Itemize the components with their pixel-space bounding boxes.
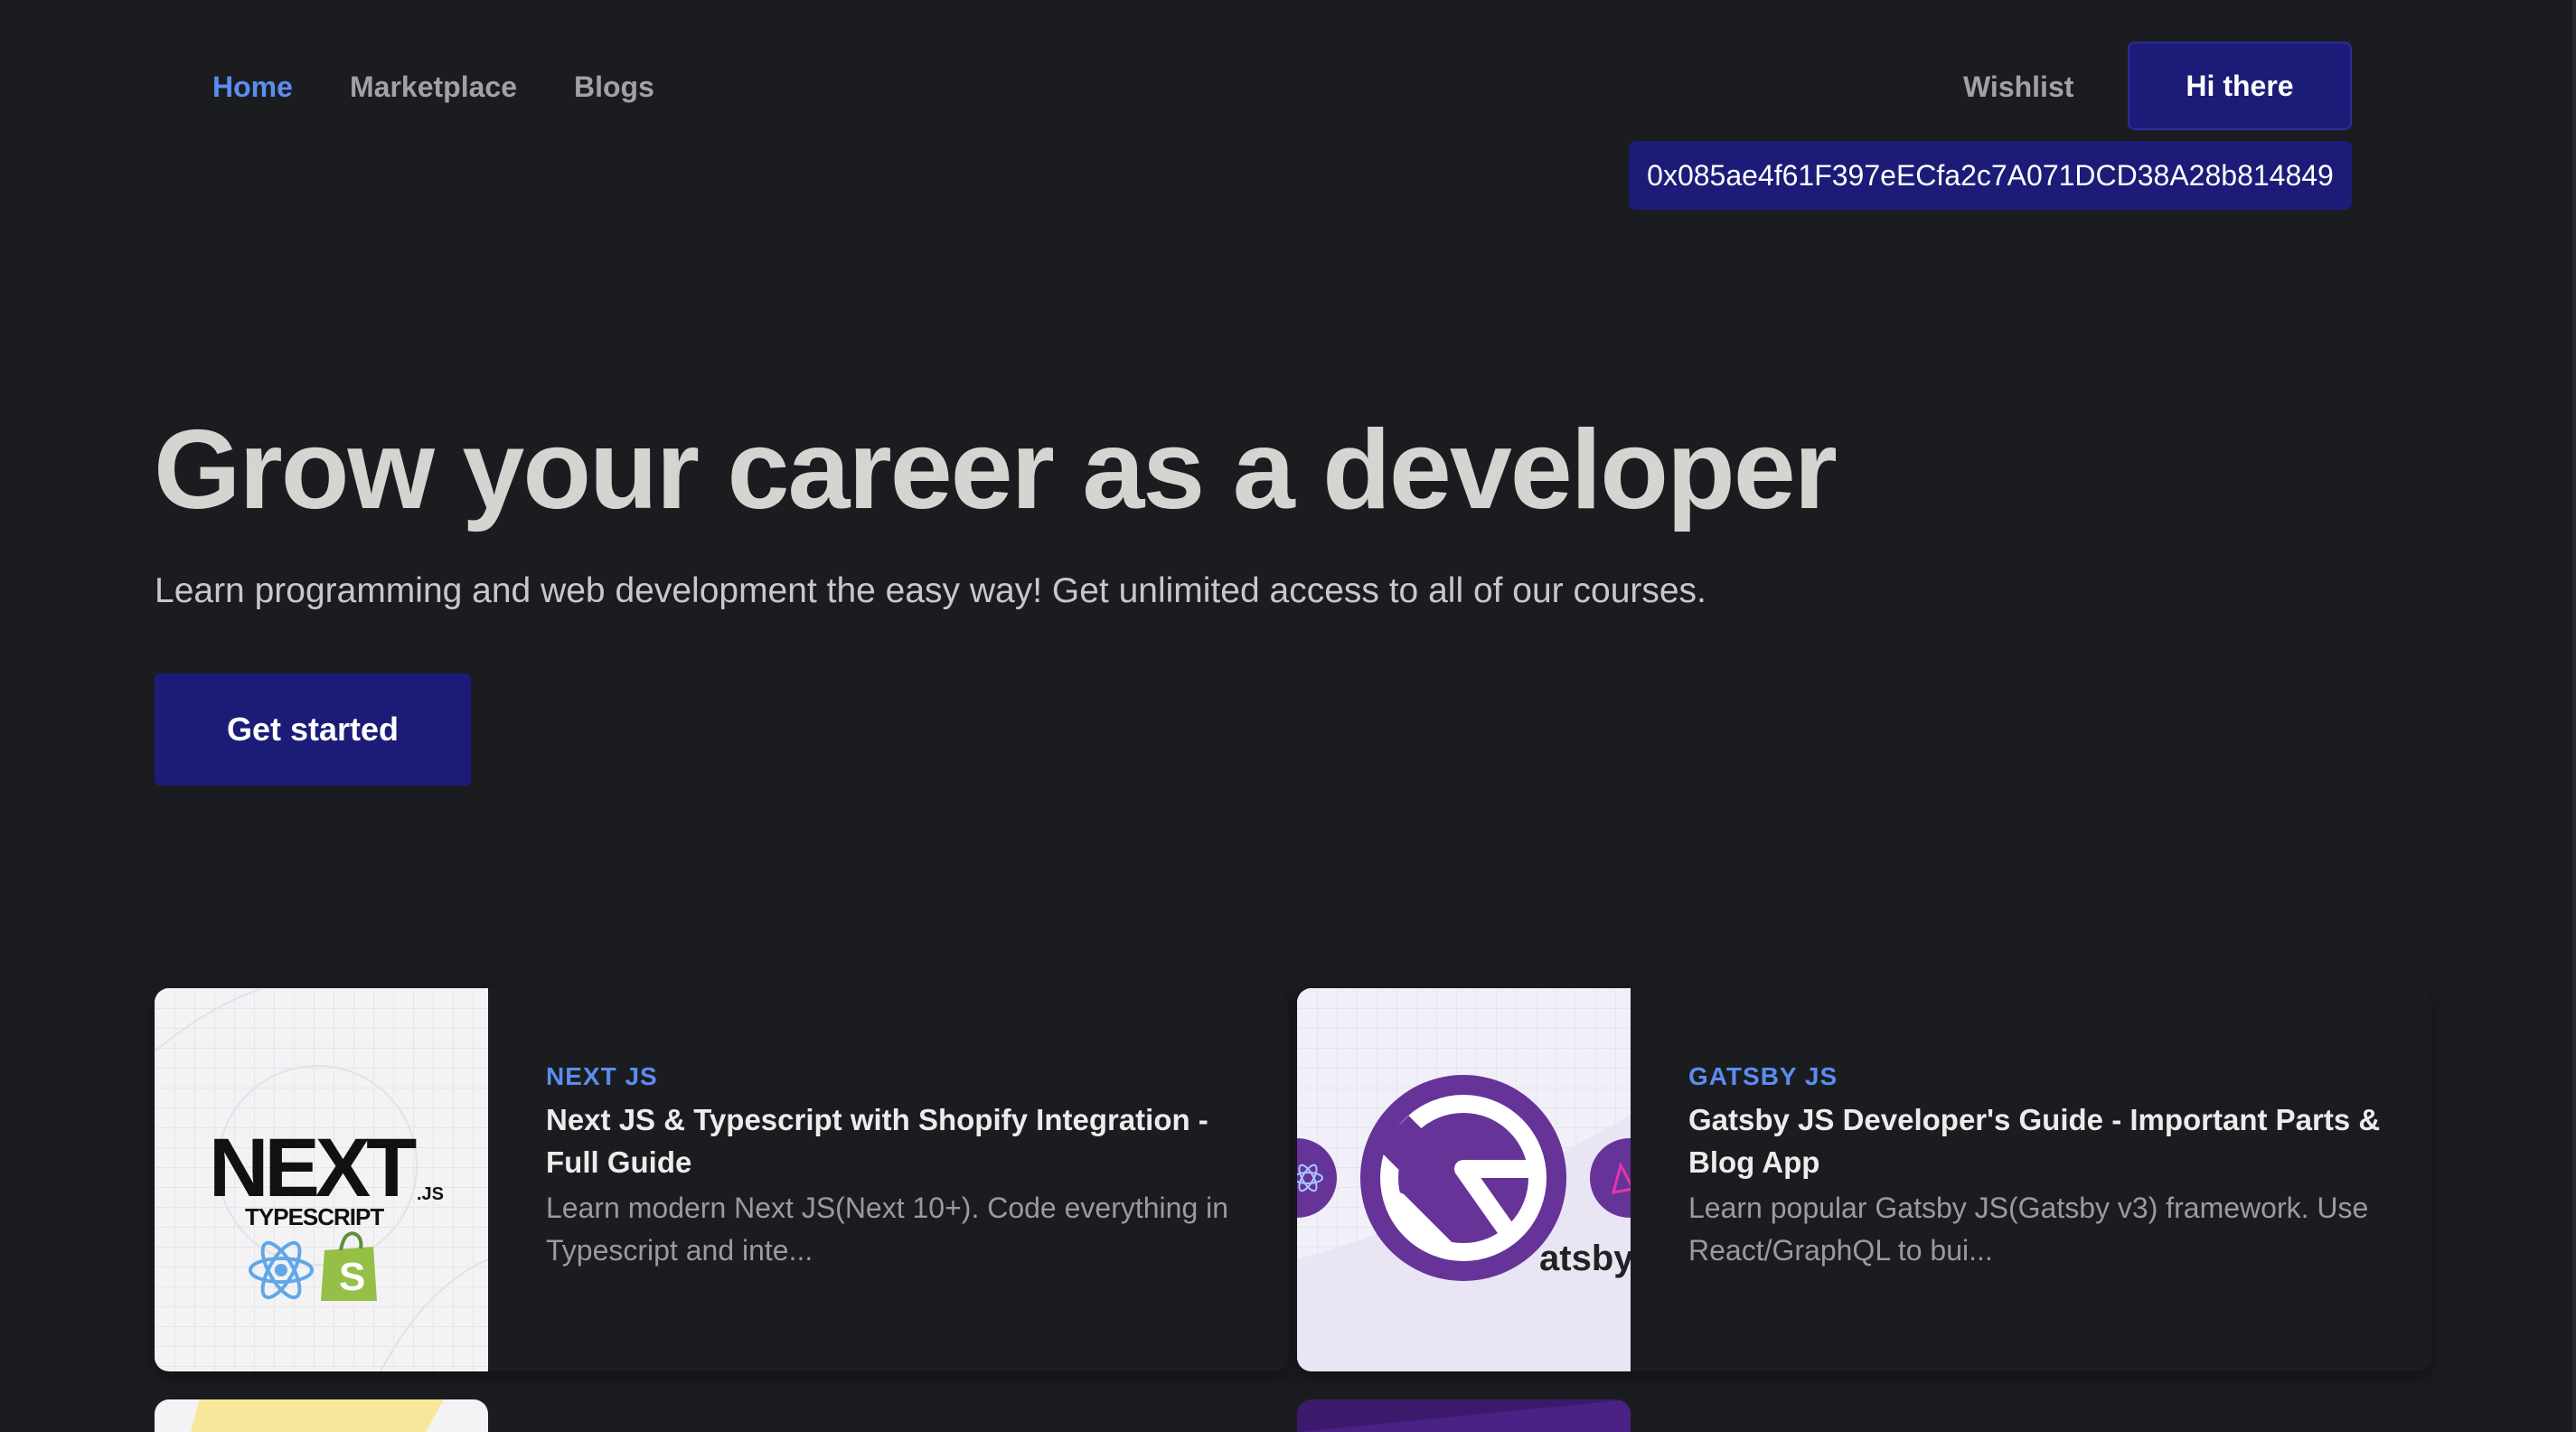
react-icon (249, 1240, 314, 1300)
svg-text:S: S (339, 1255, 365, 1299)
course-thumbnail-nextjs: NEXT .JS TYPESCRIPT S (155, 988, 488, 1371)
course-title[interactable]: Next JS & Typescript with Shopify Integr… (546, 1098, 1242, 1183)
course-description: Learn popular Gatsby JS(Gatsby v3) frame… (1688, 1192, 2369, 1267)
course-card-nextjs[interactable]: NEXT .JS TYPESCRIPT S NEXT JS Next JS & … (155, 988, 1289, 1371)
scrollbar[interactable] (2572, 0, 2576, 1432)
get-started-button[interactable]: Get started (155, 674, 471, 786)
course-description: Learn modern Next JS(Next 10+). Code eve… (546, 1192, 1229, 1267)
nav-home-link[interactable]: Home (212, 69, 293, 105)
js-suffix: .JS (417, 1184, 444, 1204)
nav-marketplace-link[interactable]: Marketplace (350, 69, 517, 105)
hero-title: Grow your career as a developer (154, 408, 1838, 532)
course-card-gatsbyjs[interactable]: atsby GATSBY JS Gatsby JS Developer's Gu… (1297, 988, 2431, 1371)
yellow-thumbnail-icon (191, 1399, 444, 1432)
course-thumbnail-peek[interactable] (1297, 1399, 1631, 1432)
course-category: GATSBY JS (1688, 1062, 1838, 1090)
nav-blogs-link[interactable]: Blogs (574, 69, 654, 105)
gatsby-wordmark: atsby (1539, 1239, 1631, 1278)
course-thumbnail-gatsbyjs: atsby (1297, 988, 1631, 1371)
gatsby-logo-icon: atsby (1297, 1075, 1631, 1371)
course-thumbnail-peek[interactable] (155, 1399, 488, 1432)
hero-subtitle: Learn programming and web development th… (155, 571, 1706, 610)
next-wordmark: NEXT (209, 1122, 417, 1214)
course-category: NEXT JS (546, 1062, 658, 1090)
nav-wishlist-link[interactable]: Wishlist (1963, 69, 2073, 105)
wallet-address-badge: 0x085ae4f61F397eECfa2c7A071DCD38A28b8148… (1629, 141, 2352, 210)
account-button[interactable]: Hi there (2128, 42, 2352, 130)
purple-thumbnail-icon (1297, 1399, 1631, 1432)
nextjs-logo-icon: NEXT .JS TYPESCRIPT S (155, 988, 488, 1371)
course-title[interactable]: Gatsby JS Developer's Guide - Important … (1688, 1098, 2384, 1183)
typescript-tag: TYPESCRIPT (245, 1203, 384, 1230)
shopify-icon: S (321, 1231, 377, 1301)
